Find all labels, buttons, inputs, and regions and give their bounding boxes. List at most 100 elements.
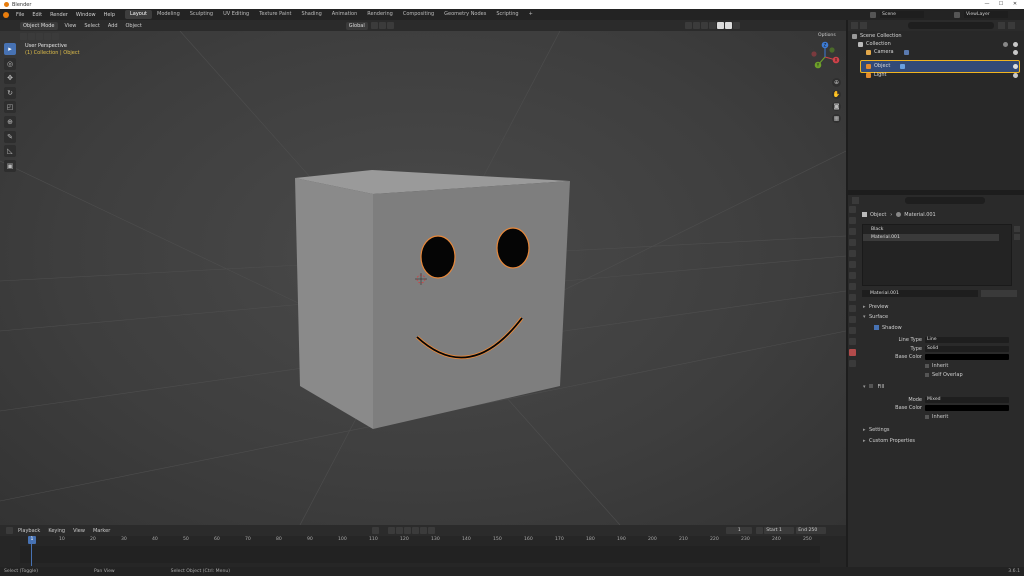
maximize-button[interactable]: ☐: [994, 0, 1008, 9]
menu-select[interactable]: Select: [80, 23, 103, 29]
menu-file[interactable]: File: [12, 12, 28, 18]
minimize-button[interactable]: —: [980, 0, 994, 9]
tab-modeling[interactable]: Modeling: [152, 10, 185, 19]
outliner-editor-icon[interactable]: [851, 22, 858, 29]
self-overlap-row[interactable]: Self Overlap: [925, 371, 1024, 378]
type-dropdown[interactable]: Solid: [925, 346, 1009, 352]
transform-icon[interactable]: ⊕: [4, 115, 16, 128]
left-eye[interactable]: [420, 235, 456, 279]
close-button[interactable]: ✕: [1008, 0, 1022, 9]
outliner-item-collection[interactable]: Collection: [852, 40, 1022, 48]
volume-inherit-checkbox[interactable]: [925, 414, 929, 419]
menu-render[interactable]: Render: [46, 12, 72, 18]
viewlayer-field[interactable]: ViewLayer: [964, 11, 1008, 18]
menu-marker[interactable]: Marker: [89, 528, 114, 534]
timeline-track[interactable]: [20, 546, 820, 563]
section-preview[interactable]: Preview: [862, 303, 1020, 311]
transform-orientation-dropdown[interactable]: Global: [345, 21, 368, 30]
tab-animation[interactable]: Animation: [327, 10, 363, 19]
right-eye[interactable]: [496, 227, 530, 269]
collection-tab-icon[interactable]: [849, 272, 856, 279]
pan-icon[interactable]: ✋: [832, 90, 841, 99]
current-frame-field[interactable]: 1: [726, 527, 753, 534]
add-workspace-button[interactable]: +: [524, 10, 538, 19]
select-mode-invert-icon[interactable]: [44, 33, 51, 40]
menu-add[interactable]: Add: [104, 23, 122, 29]
volume-base-color-swatch[interactable]: [925, 405, 1009, 411]
tab-rendering[interactable]: Rendering: [362, 10, 398, 19]
visibility-icon[interactable]: [684, 22, 692, 29]
ortho-icon[interactable]: ▦: [832, 114, 841, 123]
jump-end-icon[interactable]: [428, 527, 436, 534]
inherit-row[interactable]: Inherit: [925, 362, 1024, 369]
clock-icon[interactable]: [756, 527, 764, 534]
outliner-search-input[interactable]: [908, 22, 994, 29]
prev-key-icon[interactable]: [396, 527, 404, 534]
volume-inherit-row[interactable]: Inherit: [925, 413, 1024, 420]
eye-icon[interactable]: [1013, 41, 1018, 47]
select-box-icon[interactable]: ▸: [4, 43, 16, 55]
navigation-gizmo[interactable]: X Y Z: [808, 40, 842, 74]
menu-object[interactable]: Object: [122, 23, 146, 29]
tab-shading[interactable]: Shading: [296, 10, 326, 19]
outliner-scene-collection[interactable]: Scene Collection: [852, 32, 1022, 40]
rotate-icon[interactable]: ↻: [4, 86, 16, 99]
display-mode-icon[interactable]: [860, 22, 867, 29]
select-mode-subtract-icon[interactable]: [36, 33, 43, 40]
self-overlap-checkbox[interactable]: [925, 372, 929, 377]
material-name-field[interactable]: Material.001: [862, 290, 978, 297]
outliner-item-light[interactable]: Light: [852, 71, 1022, 79]
jump-start-icon[interactable]: [388, 527, 396, 534]
base-color-swatch[interactable]: [925, 354, 1009, 360]
annotate-icon[interactable]: ✎: [4, 130, 16, 143]
section-custom-properties[interactable]: Custom Properties: [862, 437, 1020, 445]
world-tab-icon[interactable]: [849, 261, 856, 268]
3d-viewport[interactable]: [0, 31, 846, 525]
material-slot-black[interactable]: Black: [863, 226, 999, 233]
tab-sculpting[interactable]: Sculpting: [185, 10, 218, 19]
outliner-item-object[interactable]: Object: [852, 62, 1022, 70]
physics-tab-icon[interactable]: [849, 316, 856, 323]
material-datablock-buttons[interactable]: [981, 290, 1017, 297]
tab-scripting[interactable]: Scripting: [491, 10, 523, 19]
inherit-checkbox[interactable]: [925, 363, 929, 368]
filter-icon[interactable]: [998, 22, 1005, 29]
xray-icon[interactable]: [708, 22, 716, 29]
zoom-icon[interactable]: ⊕: [832, 78, 841, 87]
fill-checkbox[interactable]: [869, 384, 873, 388]
remove-slot-button[interactable]: [1014, 234, 1020, 240]
shading-rendered-icon[interactable]: [732, 22, 740, 29]
add-slot-button[interactable]: [1014, 226, 1020, 232]
output-tab-icon[interactable]: [849, 228, 856, 235]
eye-icon[interactable]: [1013, 72, 1018, 78]
gizmo-toggle-icon[interactable]: [692, 22, 700, 29]
menu-view[interactable]: View: [61, 23, 81, 29]
menu-keying[interactable]: Keying: [44, 528, 69, 534]
cursor-icon[interactable]: ◎: [4, 57, 16, 70]
surface-checkbox-row[interactable]: Shadow: [862, 324, 1020, 331]
timeline-ruler[interactable]: 10 20 30 40 50 60 70 80 90 100 110 120 130 140 150 160 1…: [20, 537, 820, 545]
overlay-toggle-icon[interactable]: [700, 22, 708, 29]
texture-tab-icon[interactable]: [849, 360, 856, 367]
data-tab-icon[interactable]: [849, 338, 856, 345]
outliner-item-camera[interactable]: Camera: [852, 48, 1022, 56]
cube-object[interactable]: [295, 170, 570, 429]
move-icon[interactable]: ✥: [4, 72, 16, 85]
pivot-icon[interactable]: [370, 22, 378, 29]
material-tab-icon[interactable]: [849, 349, 856, 356]
properties-editor-icon[interactable]: [852, 197, 859, 204]
snap-icon[interactable]: [378, 22, 386, 29]
scale-icon[interactable]: ◰: [4, 101, 16, 114]
mode-dropdown[interactable]: Mixed: [925, 397, 1009, 403]
section-settings[interactable]: Settings: [862, 426, 1020, 434]
select-mode-intersect-icon[interactable]: [52, 33, 59, 40]
tab-texture-paint[interactable]: Texture Paint: [254, 10, 296, 19]
exclude-checkbox[interactable]: [1003, 41, 1008, 47]
add-cube-icon[interactable]: ▣: [4, 159, 16, 172]
play-reverse-icon[interactable]: [404, 527, 412, 534]
camera-icon[interactable]: ◙: [832, 102, 841, 111]
view-layer-tab-icon[interactable]: [849, 239, 856, 246]
playhead[interactable]: 1: [28, 536, 36, 544]
render-tab-icon[interactable]: [849, 217, 856, 224]
shading-material-icon[interactable]: [724, 22, 732, 29]
